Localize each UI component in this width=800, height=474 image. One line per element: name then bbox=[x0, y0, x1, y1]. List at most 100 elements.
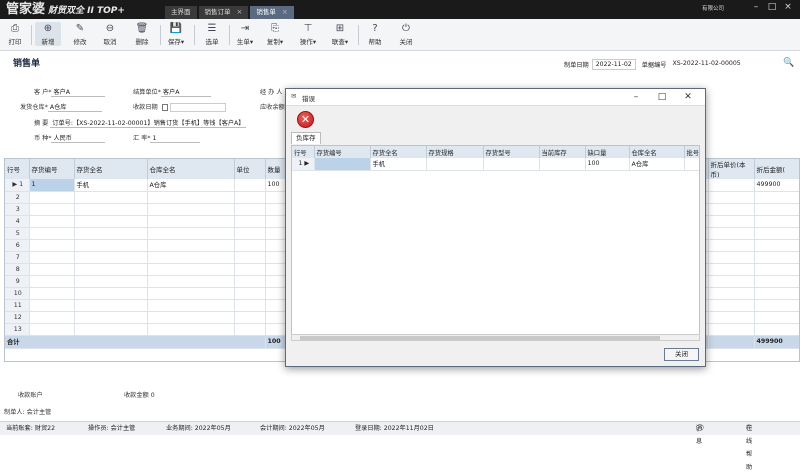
receipt-date-row: 收款日期 bbox=[133, 102, 226, 112]
tab-sales-slip[interactable]: 销售单 × bbox=[250, 6, 294, 19]
customer-row: 客 户* 客户A bbox=[34, 87, 106, 97]
query-button[interactable]: ⊞ 联查▾ bbox=[327, 22, 353, 46]
col-amount[interactable]: 折后金额( bbox=[754, 159, 799, 179]
rate-field[interactable]: 1 bbox=[150, 135, 201, 143]
col-gap[interactable]: 缺口量 bbox=[585, 146, 630, 158]
row-number: 7 bbox=[5, 251, 30, 264]
scrollbar-thumb[interactable] bbox=[300, 336, 660, 340]
select-icon: ☰ bbox=[207, 23, 217, 34]
cancel-button[interactable]: ⊖ 取消 bbox=[97, 22, 123, 46]
minimize-icon[interactable]: – bbox=[623, 90, 649, 104]
col-spec[interactable]: 存货规格 bbox=[426, 146, 484, 158]
horizontal-scrollbar[interactable] bbox=[291, 334, 700, 341]
col-name[interactable]: 存货全名 bbox=[370, 146, 427, 158]
tab-negative-stock[interactable]: 负库存 bbox=[291, 132, 321, 144]
print-button[interactable]: ⎙ 打印 bbox=[2, 22, 28, 46]
col-name[interactable]: 存货全名 bbox=[74, 159, 148, 179]
help-icon: ? bbox=[372, 23, 378, 34]
select-button[interactable]: ☰ 选单 bbox=[199, 22, 225, 46]
error-dialog: ✉ 错误 – □ ✕ ✕ 负库存 行号 存货编号 存货全名 存货规格 存货型号 … bbox=[285, 88, 706, 367]
doc-no-label: 单据编号 bbox=[641, 62, 667, 69]
col-code[interactable]: 存货编号 bbox=[29, 159, 75, 179]
close-tab-icon[interactable]: × bbox=[237, 6, 243, 19]
cancel-icon: ⊖ bbox=[105, 23, 115, 34]
warehouse-field[interactable]: A仓库 bbox=[47, 102, 102, 112]
doc-date-label: 制单日期 bbox=[564, 62, 589, 69]
col-batch[interactable]: 批号 bbox=[684, 146, 699, 158]
table-row[interactable]: 1 ▶ 手机 100 A仓库 bbox=[292, 158, 699, 171]
col-unit[interactable]: 单位 bbox=[234, 159, 266, 179]
amount-value[interactable]: 0 bbox=[151, 392, 155, 399]
generate-icon: ⇥ bbox=[240, 23, 250, 34]
currency-label: 币 种* bbox=[34, 135, 52, 142]
cell-amount[interactable]: 499900 bbox=[754, 179, 799, 192]
checkbox[interactable] bbox=[161, 103, 168, 111]
company-name: 有限公司 bbox=[702, 6, 725, 12]
tab-main[interactable]: 主界面 bbox=[165, 6, 197, 19]
cell-name[interactable]: 手机 bbox=[370, 158, 427, 171]
tab-sales-order[interactable]: 销售订单 × bbox=[198, 6, 249, 19]
col-warehouse[interactable]: 仓库全名 bbox=[629, 146, 685, 158]
minimize-icon[interactable]: – bbox=[748, 2, 764, 12]
dialog-window-controls: – □ ✕ bbox=[623, 90, 701, 104]
plus-icon: ⊕ bbox=[43, 23, 53, 34]
copy-button[interactable]: ⎘ 复制▾ bbox=[262, 22, 288, 46]
operate-button[interactable]: ⊤ 操作▾ bbox=[295, 22, 321, 46]
customer-field[interactable]: 客户A bbox=[51, 87, 106, 97]
cell-price[interactable] bbox=[708, 179, 755, 192]
customer-label: 客 户* bbox=[34, 89, 52, 96]
operate-icon: ⊤ bbox=[303, 23, 313, 34]
delete-button[interactable]: 🗑 删除 bbox=[129, 22, 155, 46]
col-row-no[interactable]: 行号 bbox=[292, 146, 315, 158]
status-acct-period: 会计期间: 2022年05月 bbox=[260, 425, 325, 432]
col-warehouse[interactable]: 仓库全名 bbox=[147, 159, 235, 179]
row-number: 6 bbox=[5, 239, 30, 252]
close-button[interactable]: ⏻ 关闭 bbox=[393, 22, 419, 46]
generate-button[interactable]: ⇥ 生单▾ bbox=[232, 22, 258, 46]
cell-batch[interactable] bbox=[684, 158, 699, 171]
col-stock[interactable]: 当前库存 bbox=[539, 146, 586, 158]
cell-gap[interactable]: 100 bbox=[585, 158, 630, 171]
maximize-icon[interactable]: □ bbox=[764, 2, 780, 12]
remark-field[interactable]: 订单号:【XS-2022-11-02-00001】销售订货【手机】等钱【客户A】 bbox=[50, 118, 247, 128]
cell-unit[interactable] bbox=[234, 179, 266, 192]
col-row-no[interactable]: 行号 bbox=[5, 159, 30, 179]
maximize-icon[interactable]: □ bbox=[649, 90, 675, 104]
currency-field[interactable]: 人民币 bbox=[51, 133, 106, 143]
row-number: 11 bbox=[5, 299, 30, 312]
error-icon: ✕ bbox=[297, 111, 314, 128]
cell-code[interactable] bbox=[314, 158, 371, 171]
settle-field[interactable]: 客户A bbox=[160, 87, 211, 97]
col-price[interactable]: 折后单价(本币) bbox=[708, 159, 755, 179]
close-icon[interactable]: × bbox=[780, 2, 796, 12]
handler-row: 经 办 人 bbox=[260, 87, 283, 96]
col-model[interactable]: 存货型号 bbox=[483, 146, 540, 158]
power-icon: ⏻ bbox=[402, 23, 410, 34]
save-button[interactable]: 💾 保存▾ bbox=[163, 22, 189, 46]
receipt-date-label: 收款日期 bbox=[133, 104, 158, 111]
cell-name[interactable]: 手机 bbox=[74, 179, 148, 192]
search-icon[interactable]: 🔍 bbox=[783, 58, 794, 68]
copy-icon: ⎘ bbox=[271, 23, 279, 34]
status-login: 登录日期: 2022年11月02日 bbox=[355, 425, 434, 432]
edit-button[interactable]: ✎ 修改 bbox=[67, 22, 93, 46]
new-button[interactable]: ⊕ 新增 bbox=[35, 22, 61, 46]
doc-date-field[interactable]: 2022-11-02 bbox=[591, 59, 636, 70]
close-icon[interactable]: ✕ bbox=[675, 90, 701, 104]
cell-spec[interactable] bbox=[426, 158, 484, 171]
cell-warehouse[interactable]: A仓库 bbox=[147, 179, 235, 192]
toolbar-divider bbox=[229, 25, 230, 45]
settle-row: 结算单位* 客户A bbox=[133, 87, 211, 97]
help-button[interactable]: ? 帮助 bbox=[362, 22, 388, 46]
maker-label: 制单人: 会计主管 bbox=[4, 409, 52, 416]
doc-no-field[interactable]: XS-2022-11-02-00005 bbox=[669, 59, 744, 70]
dialog-close-button[interactable]: 关闭 bbox=[664, 348, 699, 361]
cell-warehouse[interactable]: A仓库 bbox=[629, 158, 685, 171]
cell-stock[interactable] bbox=[539, 158, 586, 171]
cell-model[interactable] bbox=[483, 158, 540, 171]
row-number: 12 bbox=[5, 311, 30, 324]
close-tab-icon[interactable]: × bbox=[282, 6, 288, 19]
receipt-date-field[interactable] bbox=[169, 102, 226, 112]
cell-code[interactable]: 1 bbox=[29, 179, 75, 192]
col-code[interactable]: 存货编号 bbox=[314, 146, 371, 158]
